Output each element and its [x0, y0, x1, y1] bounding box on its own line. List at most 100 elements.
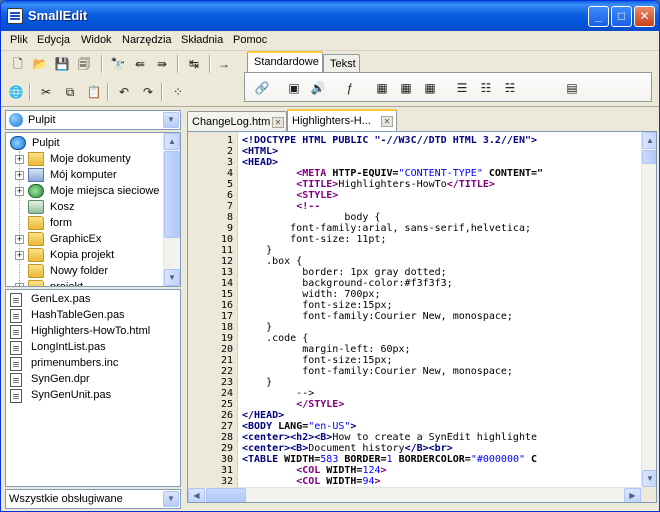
tree-item[interactable]: + Kopia projekt [6, 247, 162, 263]
globe-icon[interactable]: 🌐 [7, 83, 25, 101]
expand-toggle[interactable]: + [15, 235, 24, 244]
expand-toggle[interactable]: + [15, 187, 24, 196]
close-icon[interactable]: ✕ [272, 117, 284, 128]
list-item[interactable]: HashTableGen.pas [10, 308, 178, 324]
menu-narzedzia[interactable]: Narzędzia [122, 34, 172, 46]
tree-item-label: GraphicEx [50, 233, 102, 245]
code-line: <COL WIDTH=124> [242, 465, 386, 476]
code-editor[interactable]: 1 2 3 4 5 6 7 8 9 10 11 12 13 14 15 16 17 18 19 20 21 22 23 24 2… [187, 131, 657, 503]
tab-tekst[interactable]: Tekst [323, 54, 360, 72]
maximize-button[interactable]: □ [611, 6, 632, 27]
tree-item[interactable]: Nowy folder [6, 263, 162, 279]
scroll-left-button[interactable]: ◀ [188, 488, 205, 502]
undo-icon[interactable]: ↶ [115, 83, 133, 101]
tab-standardowe[interactable]: Standardowe [247, 51, 323, 73]
tree-item[interactable]: form [6, 215, 162, 231]
tree-item[interactable]: Kosz [6, 199, 162, 215]
scroll-up-button[interactable]: ▲ [164, 133, 180, 150]
image-icon[interactable]: ▣ [285, 79, 303, 97]
tree-item[interactable]: + GraphicEx [6, 231, 162, 247]
scroll-thumb[interactable] [642, 150, 656, 164]
menu-widok[interactable]: Widok [81, 34, 112, 46]
menu-plik[interactable]: Plik [10, 34, 28, 46]
line-number: 2 [226, 146, 233, 157]
scroll-down-button[interactable]: ▼ [164, 269, 180, 286]
code-token: C [525, 454, 538, 465]
cut-icon[interactable]: ✂ [37, 83, 55, 101]
scroll-up-button[interactable]: ▲ [642, 132, 656, 149]
location-combo[interactable]: Pulpit ▼ [5, 110, 181, 130]
find-icon[interactable]: 🔭 [109, 55, 127, 73]
line-number: 17 [220, 311, 233, 322]
expand-toggle[interactable]: + [15, 171, 24, 180]
list-item[interactable]: SynGenUnit.pas [10, 388, 178, 404]
menu-edycja[interactable]: Edycja [37, 34, 70, 46]
redo-icon[interactable]: ↷ [139, 83, 157, 101]
tree-item[interactable]: Pulpit [6, 135, 162, 151]
new-icon[interactable]: 🗋 [9, 55, 27, 73]
goto-arrow-icon[interactable]: → [215, 55, 233, 73]
save-all-icon[interactable]: 🗐 [75, 55, 93, 73]
file-name: SynGen.dpr [31, 373, 90, 385]
form-icon[interactable]: ▤ [563, 79, 581, 97]
app-icon[interactable] [7, 8, 23, 24]
title-bar[interactable]: SmallEdit _ □ ✕ [1, 1, 659, 31]
list-item[interactable]: GenLex.pas [10, 292, 178, 308]
scroll-thumb[interactable] [164, 151, 180, 238]
sound-icon[interactable]: 🔊 [309, 79, 327, 97]
line-number-gutter: 1 2 3 4 5 6 7 8 9 10 11 12 13 14 15 16 17 18 19 20 21 22 23 24 2… [188, 132, 238, 487]
tree-item[interactable]: + Moje dokumenty [6, 151, 162, 167]
paste-icon[interactable]: 📋 [85, 83, 103, 101]
definition-list-icon[interactable]: ☵ [501, 79, 519, 97]
flash-icon[interactable]: ƒ [341, 79, 359, 97]
close-button[interactable]: ✕ [634, 6, 655, 27]
find-next-icon[interactable]: ⇛ [153, 55, 171, 73]
list-item[interactable]: SynGen.dpr [10, 372, 178, 388]
editor-vertical-scrollbar[interactable]: ▲ ▼ [641, 132, 656, 487]
minimize-button[interactable]: _ [588, 6, 609, 27]
expand-toggle[interactable]: + [15, 251, 24, 260]
tree-item[interactable]: + Mój komputer [6, 167, 162, 183]
desktop-icon [10, 136, 26, 150]
tree-item[interactable]: + projekt [6, 279, 162, 286]
scroll-right-button[interactable]: ▶ [624, 488, 641, 502]
table-icon[interactable]: ▦ [373, 79, 391, 97]
chevron-down-icon[interactable]: ▼ [163, 112, 179, 128]
filter-combo[interactable]: Wszystkie obsługiwane ▼ [5, 489, 181, 509]
menu-pomoc[interactable]: Pomoc [233, 34, 267, 46]
copy-icon[interactable]: ⧉ [61, 83, 79, 101]
replace-icon[interactable]: ↹ [185, 55, 203, 73]
unordered-list-icon[interactable]: ☰ [453, 79, 471, 97]
find-prev-icon[interactable]: ⇚ [131, 55, 149, 73]
code-token: BORDERCOLOR= [392, 454, 471, 465]
save-icon[interactable]: 💾 [53, 55, 71, 73]
menu-skladnia[interactable]: Składnia [181, 34, 223, 46]
table-cell-icon[interactable]: ▦ [421, 79, 439, 97]
line-number: 21 [220, 355, 233, 366]
toolbar-separator [161, 83, 163, 101]
scroll-thumb[interactable] [206, 488, 246, 502]
tree-item[interactable]: + Moje miejsca sieciowe [6, 183, 162, 199]
tree-scrollbar[interactable]: ▲ ▼ [163, 133, 180, 286]
expand-toggle[interactable]: + [15, 283, 24, 286]
link-icon[interactable]: 🔗 [253, 79, 271, 97]
folder-tree[interactable]: Pulpit + Moje dokumenty + Mój komputer + Moje … [5, 132, 181, 287]
close-icon[interactable]: ✕ [381, 116, 393, 127]
list-item[interactable]: Highlighters-HowTo.html [10, 324, 178, 340]
list-item[interactable]: LongIntList.pas [10, 340, 178, 356]
editor-horizontal-scrollbar[interactable]: ◀ ▶ [188, 487, 641, 502]
list-item[interactable]: primenumbers.inc [10, 356, 178, 372]
editor-tab-changelog[interactable]: ChangeLog.htm ✕ [187, 111, 287, 131]
chevron-down-icon[interactable]: ▼ [163, 491, 179, 507]
code-token: Document history [308, 443, 405, 454]
editor-tab-highlighters[interactable]: Highlighters-H... ✕ [287, 109, 397, 131]
code-area[interactable]: <!DOCTYPE HTML PUBLIC "-//W3C//DTD HTML … [240, 132, 636, 487]
expand-toggle[interactable]: + [15, 155, 24, 164]
ordered-list-icon[interactable]: ☷ [477, 79, 495, 97]
scroll-down-button[interactable]: ▼ [642, 470, 656, 487]
palette-icon[interactable]: ⁘ [169, 83, 187, 101]
table-row-icon[interactable]: ▦ [397, 79, 415, 97]
open-folder-icon[interactable]: 📂 [31, 55, 49, 73]
file-list[interactable]: GenLex.pas HashTableGen.pas Highlighters-H… [5, 289, 181, 487]
